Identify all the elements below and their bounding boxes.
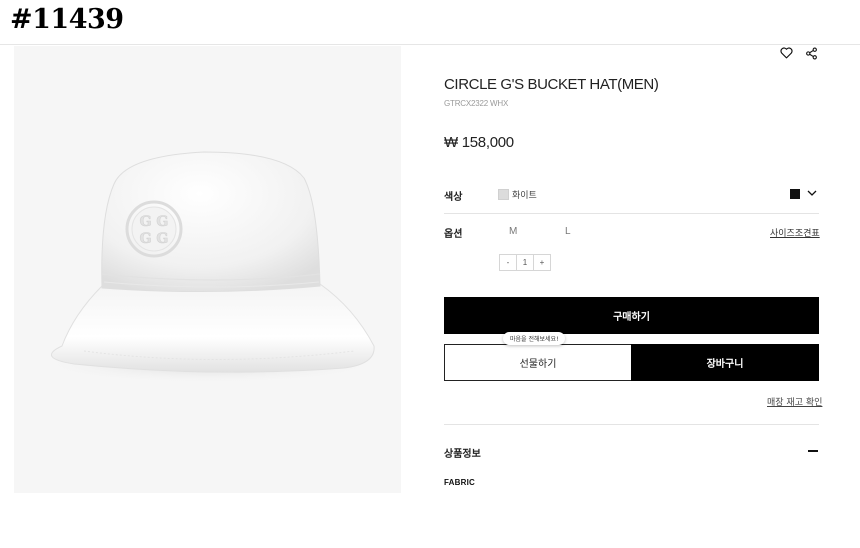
color-swatch [498, 189, 509, 200]
product-sku: GTRCX2322 WHX [444, 99, 509, 108]
quantity-value[interactable]: 1 [516, 255, 534, 270]
quantity-increase-button[interactable]: + [534, 255, 550, 270]
size-option-l[interactable]: L [565, 226, 571, 237]
option-label: 옵션 [444, 229, 463, 240]
watermark-id: #11439 [10, 4, 124, 35]
bucket-hat-illustration: G G G G [34, 151, 384, 384]
cart-button[interactable]: 장바구니 [631, 344, 819, 381]
heart-icon[interactable] [778, 45, 794, 61]
option-divider [444, 213, 819, 214]
gift-tooltip: 마음을 전해보세요! [503, 332, 566, 345]
product-info-heading[interactable]: 상품정보 [444, 445, 481, 460]
product-price: ₩ 158,000 [444, 134, 514, 151]
color-chip[interactable] [790, 189, 800, 199]
gift-button[interactable]: 선물하기 [444, 344, 632, 381]
product-title: CIRCLE G'S BUCKET HAT(MEN) [444, 76, 659, 93]
minus-icon[interactable] [808, 450, 818, 452]
share-icon[interactable] [803, 45, 819, 61]
size-guide-link[interactable]: 사이즈조견표 [770, 226, 820, 239]
info-divider [444, 424, 819, 425]
color-value: 화이트 [512, 191, 537, 201]
size-option-m[interactable]: M [509, 226, 517, 237]
svg-text:G G: G G [140, 231, 169, 247]
product-image: G G G G [14, 46, 401, 493]
store-stock-link[interactable]: 매장 재고 확인 [767, 395, 822, 408]
svg-text:G G: G G [140, 214, 169, 230]
quantity-stepper: - 1 + [499, 254, 551, 271]
header-divider [0, 44, 860, 45]
fabric-label: FABRIC [444, 478, 475, 487]
color-label: 색상 [444, 192, 463, 203]
quantity-decrease-button[interactable]: - [500, 255, 516, 270]
chevron-down-icon[interactable] [806, 186, 818, 198]
buy-button[interactable]: 구매하기 [444, 297, 819, 334]
